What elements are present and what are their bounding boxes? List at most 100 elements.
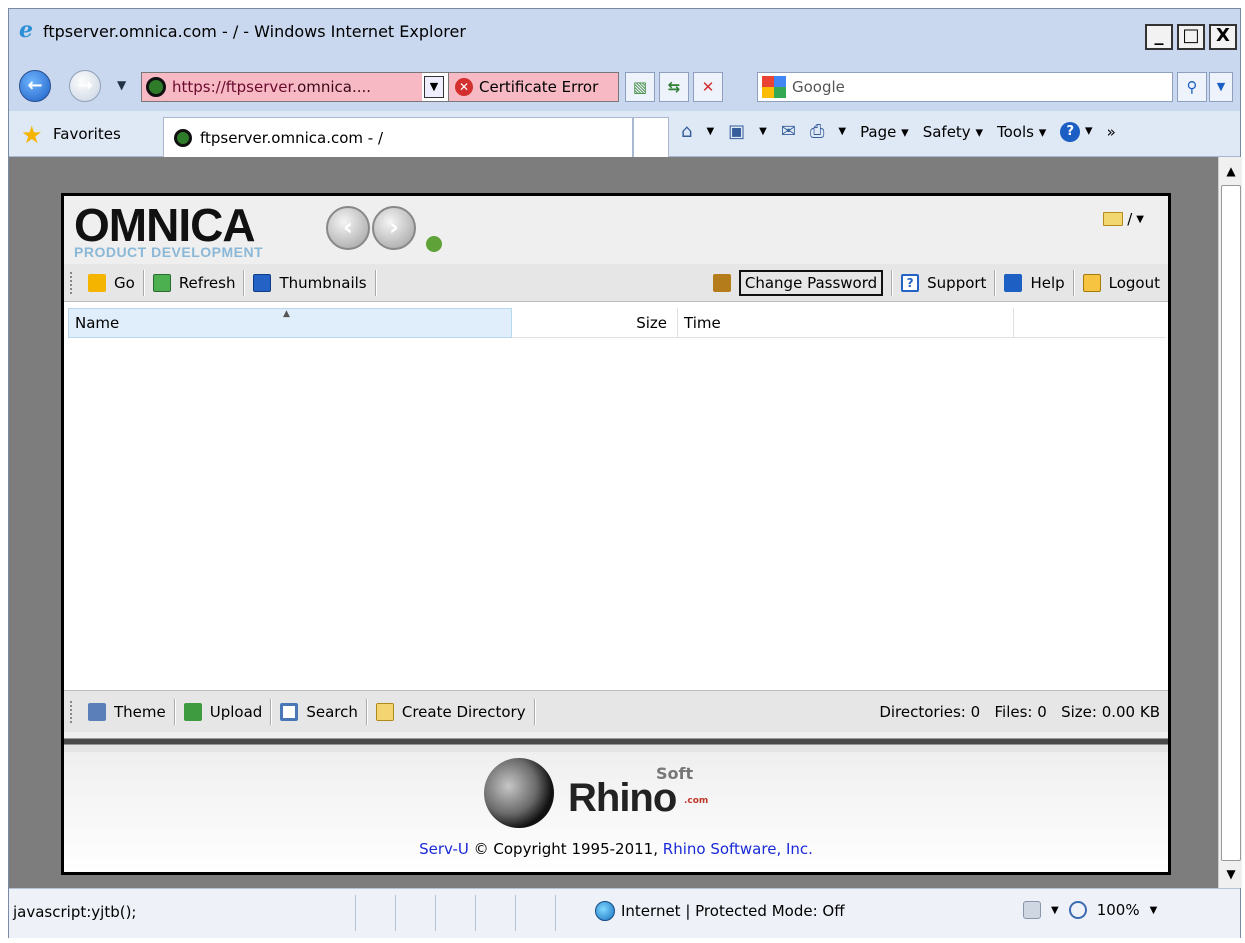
- protected-mode-dropdown-icon[interactable]: ▼: [1051, 905, 1059, 916]
- close-button[interactable]: X: [1209, 24, 1237, 50]
- folder-icon: [1103, 212, 1124, 226]
- tab-favicon-icon: [174, 128, 192, 147]
- bottom-toolbar: Theme Upload Search Create Directory Dir…: [64, 690, 1168, 732]
- maximize-button[interactable]: □: [1177, 24, 1205, 50]
- toolbar-separator: [374, 269, 377, 296]
- upload-button[interactable]: Upload: [176, 697, 271, 727]
- forward-button[interactable]: →: [69, 70, 101, 102]
- footer-divider: [64, 732, 1168, 752]
- scroll-down-icon[interactable]: ▼: [1221, 864, 1241, 884]
- feeds-icon[interactable]: ▣: [728, 121, 745, 142]
- home-icon[interactable]: ⌂: [681, 121, 692, 142]
- search-options-dropdown-icon[interactable]: ▼: [1209, 72, 1233, 102]
- search-input[interactable]: Google: [757, 72, 1173, 102]
- theme-button[interactable]: Theme: [80, 697, 174, 727]
- favorites-star-icon[interactable]: ★: [21, 121, 43, 149]
- logout-button[interactable]: Logout: [1075, 268, 1168, 298]
- address-bar[interactable]: https://ftpserver. omnica.... ▼ ✕ Certif…: [141, 72, 619, 102]
- create-directory-button[interactable]: Create Directory: [368, 697, 534, 727]
- title-bar: e ftpserver.omnica.com - / - Windows Int…: [9, 9, 1240, 61]
- thumbnails-label: Thumbnails: [279, 273, 367, 292]
- support-button[interactable]: ? Support: [893, 268, 994, 298]
- column-header-size[interactable]: Size: [512, 308, 678, 338]
- copyright-text: © Copyright 1995-2011,: [468, 840, 663, 858]
- feeds-dropdown-icon[interactable]: ▼: [759, 126, 767, 137]
- browser-tab[interactable]: ftpserver.omnica.com - /: [163, 117, 633, 157]
- compatibility-view-button[interactable]: ▧: [625, 72, 655, 102]
- zoom-dropdown-icon[interactable]: ▼: [1150, 905, 1158, 916]
- tab-title: ftpserver.omnica.com - /: [200, 128, 384, 147]
- tools-menu[interactable]: Tools ▾: [997, 123, 1046, 141]
- help-button[interactable]: Help: [996, 268, 1072, 298]
- back-button[interactable]: ←: [19, 70, 51, 102]
- copyright-line: Serv-U © Copyright 1995-2011, Rhino Soft…: [64, 840, 1168, 858]
- history-dropdown-icon[interactable]: ▼: [117, 78, 126, 92]
- directory-selector[interactable]: / ▼: [1103, 210, 1144, 228]
- certificate-error-shield-icon: ✕: [455, 78, 473, 96]
- page-menu[interactable]: Page ▾: [860, 123, 909, 141]
- favorites-button[interactable]: Favorites: [53, 125, 121, 143]
- go-label: Go: [114, 273, 135, 292]
- thumbnails-button[interactable]: Thumbnails: [245, 268, 374, 298]
- create-directory-icon: [375, 702, 394, 721]
- rhino-software-link[interactable]: Rhino Software, Inc.: [663, 840, 813, 858]
- sort-ascending-icon: ▲: [283, 309, 290, 319]
- globe-icon: [595, 901, 615, 921]
- safety-menu[interactable]: Safety ▾: [923, 123, 983, 141]
- file-list: Name ▲ Size Time: [64, 302, 1168, 690]
- security-zone-label: Internet | Protected Mode: Off: [621, 902, 845, 920]
- window-controls: _ □ X: [1145, 24, 1237, 50]
- more-commands-icon[interactable]: »: [1107, 123, 1116, 141]
- scroll-up-icon[interactable]: ▲: [1221, 161, 1241, 181]
- address-dropdown-icon[interactable]: ▼: [424, 76, 444, 98]
- servu-app: OMNICA PRODUCT DEVELOPMENT ‹ › / ▼ Go Re…: [61, 193, 1171, 875]
- status-bar: javascript:yjtb(); Internet | Protected …: [9, 888, 1240, 938]
- search-placeholder: Google: [792, 78, 845, 96]
- url-prefix: https://ftpserver.: [172, 78, 298, 96]
- protected-mode-icon[interactable]: [1023, 901, 1041, 919]
- help-menu[interactable]: ? ▾: [1060, 121, 1093, 142]
- files-count: Files: 0: [994, 702, 1047, 721]
- address-url[interactable]: https://ftpserver. omnica....: [142, 73, 422, 101]
- app-forward-icon[interactable]: ›: [372, 206, 416, 250]
- app-footer: Rhino Soft .com Serv-U © Copyright 1995-…: [64, 752, 1168, 872]
- read-mail-icon[interactable]: ✉: [781, 121, 796, 142]
- stop-button[interactable]: ✕: [693, 72, 723, 102]
- page-menu-label: Page: [860, 122, 897, 141]
- minimize-button[interactable]: _: [1145, 24, 1173, 50]
- create-directory-label: Create Directory: [401, 702, 526, 721]
- file-list-header: Name ▲ Size Time: [68, 308, 1166, 338]
- rhinosoft-logo[interactable]: Rhino Soft .com: [484, 756, 764, 828]
- scrollbar-thumb[interactable]: [1221, 185, 1241, 861]
- status-text: javascript:yjtb();: [13, 903, 137, 921]
- security-zone[interactable]: Internet | Protected Mode: Off: [595, 901, 845, 921]
- column-size-label: Size: [636, 314, 667, 332]
- print-icon[interactable]: ⎙: [810, 121, 824, 142]
- search-button[interactable]: ⚲: [1177, 72, 1207, 102]
- rhino-soft-text: Soft: [656, 764, 694, 783]
- column-header-extra[interactable]: [1014, 308, 1166, 338]
- zoom-level[interactable]: 100%: [1097, 901, 1140, 919]
- column-header-name[interactable]: Name ▲: [68, 308, 512, 338]
- search-files-button[interactable]: Search: [272, 697, 366, 727]
- new-tab-button[interactable]: [633, 117, 669, 157]
- app-back-icon[interactable]: ‹: [326, 206, 370, 250]
- zoom-area: ▼ 100% ▼: [1023, 901, 1157, 919]
- toolbar-grip: [70, 700, 74, 723]
- change-password-button[interactable]: Change Password: [705, 268, 891, 298]
- column-header-time[interactable]: Time: [678, 308, 1014, 338]
- zoom-icon[interactable]: [1068, 901, 1087, 919]
- servu-link[interactable]: Serv-U: [419, 840, 469, 858]
- address-row: ← → ▼ https://ftpserver. omnica.... ▼ ✕ …: [9, 61, 1240, 111]
- go-button[interactable]: Go: [80, 268, 143, 298]
- refresh-page-button[interactable]: ⇆: [659, 72, 689, 102]
- theme-icon: [88, 702, 106, 721]
- upload-icon: [183, 702, 202, 721]
- window-title: ftpserver.omnica.com - / - Windows Inter…: [43, 22, 466, 41]
- certificate-error-button[interactable]: ✕ Certificate Error: [448, 73, 618, 101]
- home-dropdown-icon[interactable]: ▼: [706, 126, 714, 137]
- vertical-scrollbar[interactable]: ▲ ▼: [1218, 157, 1242, 888]
- print-dropdown-icon[interactable]: ▼: [838, 126, 846, 137]
- refresh-button[interactable]: Refresh: [145, 268, 244, 298]
- tools-menu-label: Tools: [997, 122, 1034, 141]
